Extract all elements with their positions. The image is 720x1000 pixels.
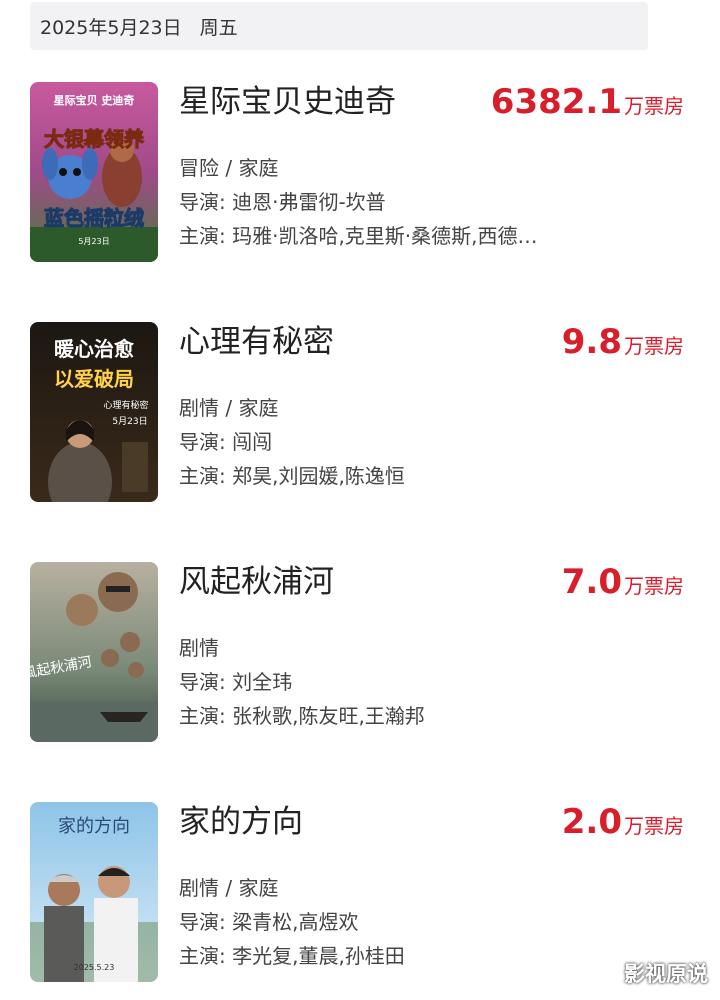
- weekday-text: 周五: [199, 16, 238, 39]
- movie-item[interactable]: 家的方向 2025.5.23 家的方向 2.0 万票房 剧情 / 家庭 导演: 梁…: [0, 802, 720, 987]
- movie-title[interactable]: 星际宝贝史迪奇: [179, 82, 396, 122]
- poster-title-text: 家的方向: [58, 816, 130, 837]
- movie-genre: 冒险 / 家庭: [179, 156, 279, 180]
- box-office: 6382.1 万票房: [491, 82, 684, 128]
- box-office-number: 2.0: [561, 802, 622, 842]
- poster-date-text: 5月23日: [112, 416, 147, 427]
- movie-title[interactable]: 风起秋浦河: [179, 562, 334, 602]
- box-office: 9.8 万票房: [562, 322, 684, 368]
- movie-genre: 剧情 / 家庭: [179, 876, 279, 900]
- movie-poster[interactable]: 暖心治愈 以爱破局 心理有秘密 5月23日: [30, 322, 158, 502]
- movie-title[interactable]: 家的方向: [179, 802, 303, 842]
- movie-cast: 主演: 张秋歌,陈友旺,王瀚邦: [179, 704, 425, 728]
- poster-line1: 暖心治愈: [54, 337, 135, 361]
- movie-genre: 剧情: [179, 636, 219, 660]
- poster-date-text: 2025.5.23: [74, 963, 115, 972]
- movie-item[interactable]: 星际宝贝 史迪奇 大银幕领养 蓝色摇粒绒 5月23日 星际宝贝史迪奇 6382.…: [0, 82, 720, 267]
- movie-director: 导演: 刘全玮: [179, 670, 293, 694]
- movie-item[interactable]: 暖心治愈 以爱破局 心理有秘密 5月23日 心理有秘密 9.8 万票房 剧情 / …: [0, 322, 720, 507]
- movie-title[interactable]: 心理有秘密: [179, 322, 334, 362]
- box-office-number: 7.0: [561, 562, 622, 602]
- box-office-unit: 万票房: [624, 574, 684, 598]
- watermark-text: 影视原说: [624, 962, 708, 986]
- box-office-unit: 万票房: [624, 334, 684, 358]
- poster-title-text: 心理有秘密: [103, 399, 148, 411]
- movie-director: 导演: 迪恩·弗雷彻-坎普: [179, 190, 386, 214]
- poster-line2: 以爱破局: [54, 367, 134, 391]
- date-bar: 2025年5月23日 周五: [30, 2, 648, 50]
- box-office-number: 9.8: [561, 322, 622, 362]
- box-office-number: 6382.1: [490, 82, 622, 122]
- movie-director: 导演: 梁青松,高煜欢: [179, 910, 359, 934]
- poster-top-text: 星际宝贝 史迪奇: [54, 93, 135, 107]
- box-office: 7.0 万票房: [562, 562, 684, 608]
- movie-genre: 剧情 / 家庭: [179, 396, 279, 420]
- box-office-unit: 万票房: [624, 814, 684, 838]
- box-office-unit: 万票房: [624, 94, 684, 118]
- movie-poster[interactable]: 家的方向 2025.5.23: [30, 802, 158, 982]
- poster-sub-text: 蓝色摇粒绒: [44, 206, 144, 230]
- movie-cast: 主演: 郑昊,刘园媛,陈逸恒: [179, 464, 405, 488]
- movie-director: 导演: 闯闯: [179, 430, 273, 454]
- movie-item[interactable]: 風起秋浦河 风起秋浦河 7.0 万票房 剧情 导演: 刘全玮 主演: 张秋歌,陈友…: [0, 562, 720, 747]
- movie-cast: 主演: 李光复,董晨,孙桂田: [179, 944, 405, 968]
- movie-cast: 主演: 玛雅·凯洛哈,克里斯·桑德斯,西德…: [179, 224, 538, 248]
- poster-date-text: 5月23日: [78, 237, 109, 246]
- movie-poster[interactable]: 風起秋浦河: [30, 562, 158, 742]
- date-text: 2025年5月23日: [40, 16, 182, 39]
- poster-main-text: 大银幕领养: [44, 127, 144, 151]
- box-office: 2.0 万票房: [562, 802, 684, 848]
- movie-poster[interactable]: 星际宝贝 史迪奇 大银幕领养 蓝色摇粒绒 5月23日: [30, 82, 158, 262]
